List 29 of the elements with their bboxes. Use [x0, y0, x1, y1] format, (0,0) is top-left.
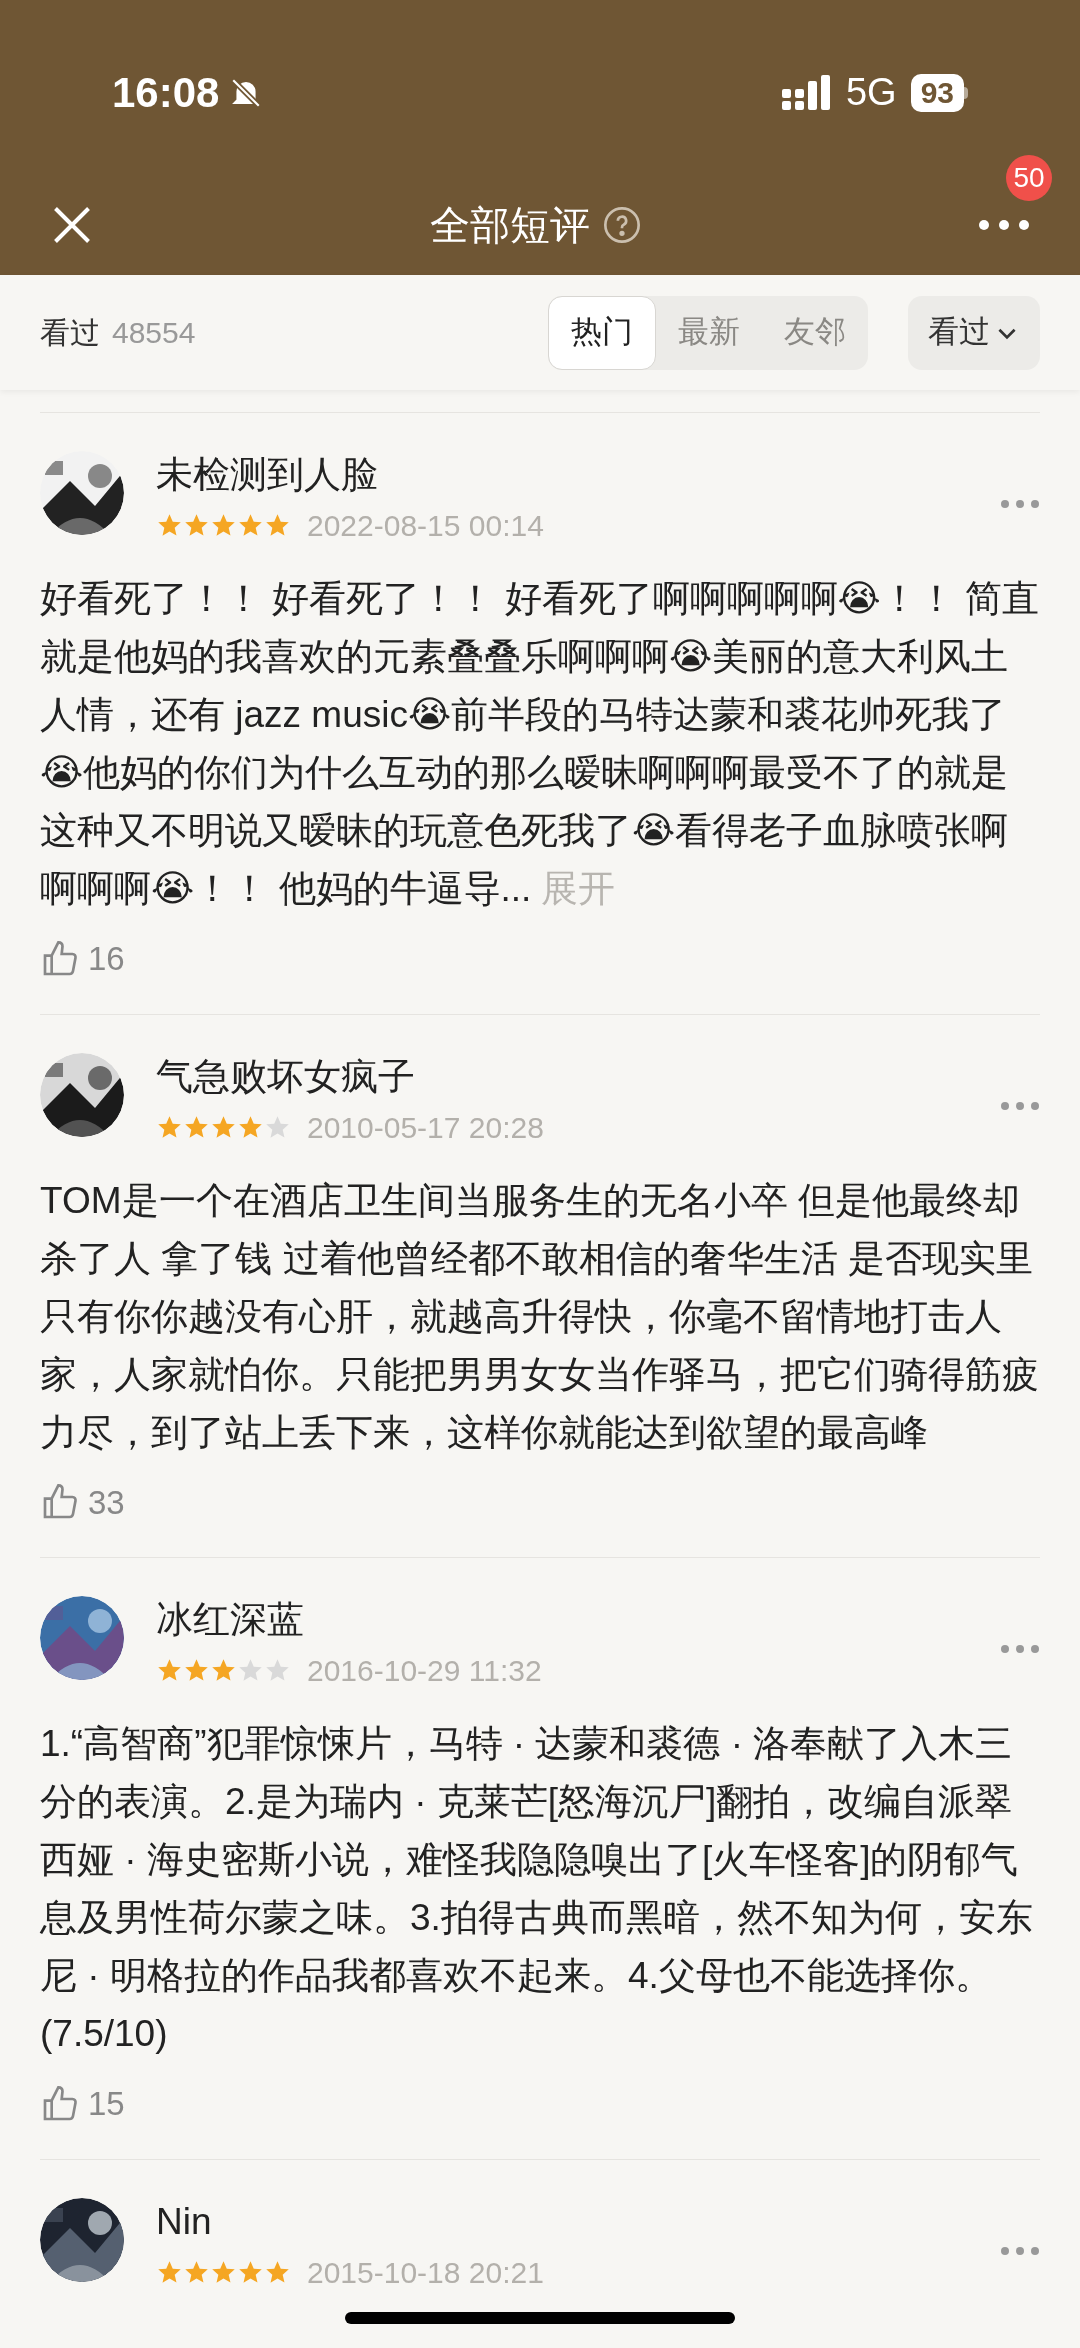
- sort-tab[interactable]: 热门: [548, 295, 656, 370]
- help-icon[interactable]: [602, 205, 642, 245]
- like-count: 33: [88, 1482, 125, 1523]
- sort-tab[interactable]: 最新: [656, 295, 762, 370]
- review-date: 2016-10-29 11:32: [307, 1653, 542, 1689]
- user-name: 未检测到人脸: [156, 453, 379, 497]
- count-label: 48554: [112, 315, 196, 351]
- page-title: 全部短评: [430, 202, 590, 249]
- more-icon[interactable]: [978, 219, 1030, 231]
- filter-dropdown[interactable]: 看过: [908, 295, 1040, 370]
- expand-link[interactable]: 展开: [541, 868, 616, 909]
- sort-tab[interactable]: 友邻: [762, 295, 868, 370]
- user-name: 气急败坏女疯子: [156, 1054, 416, 1099]
- user-name: Nin: [156, 2199, 213, 2244]
- filter-label: 看过: [40, 315, 100, 351]
- status-time: 16:08: [112, 68, 220, 118]
- review-date: 2022-08-15 00:14: [307, 508, 544, 544]
- like-count: 15: [88, 2084, 125, 2124]
- review-date: 2015-10-18 20:21: [307, 2254, 544, 2291]
- signal-icon: [781, 74, 832, 111]
- network-label: 5G: [845, 70, 897, 115]
- notification-badge: 50: [1006, 155, 1052, 201]
- user-name: 冰红深蓝: [156, 1598, 305, 1642]
- review-date: 2010-05-17 20:28: [307, 1109, 544, 1146]
- review-text: 好看死了！！ 好看死了！！ 好看死了啊啊啊啊啊😭！！ 简直就是他妈的我喜欢的元素叠叠乐啊啊啊😭美丽的意大利风土人情，还有 jazz music😭前半段的马特达蒙和裘花帅死我了😭他妈的你们为什么互动的那么暧昧啊啊啊最受不了的就是这种又不明说又暧昧的玩意色死我了😭看得老子血脉喷张啊啊啊啊😭！！ 他妈的牛逼导... 展开: [40, 577, 1040, 911]
- review-text: TOM是一个在酒店卫生间当服务生的无名小卒 但是他最终却杀了人 拿了钱 过着他曾经都不敢相信的奢华生活 是否现实里只有你你越没有心肝，就越高升得快，你毫不留情地打击人家，人家就怕你。只能把男男女女当作驿马，把它们骑得筋疲力尽，到了站上丢下来，这样你就能达到欲望的最高峰: [40, 1178, 1040, 1455]
- like-count: 16: [88, 939, 125, 979]
- review-text: 1.“高智商”犯罪惊悚片，马特 · 达蒙和裘德 · 洛奉献了入木三分的表演。2.是为瑞内 · 克莱芒[怒海沉尸]翻拍，改编自派翠西娅 · 海史密斯小说，难怪我隐隐嗅出了[火车怪客]的阴郁气息及男性荷尔蒙之味。3.拍得古典而黑暗，然不知为何，安东尼 · 明格拉的作品我都喜欢不起来。4.父母也不能选择你。(7.5/10): [40, 1722, 1034, 2056]
- battery-level: 93: [910, 73, 964, 112]
